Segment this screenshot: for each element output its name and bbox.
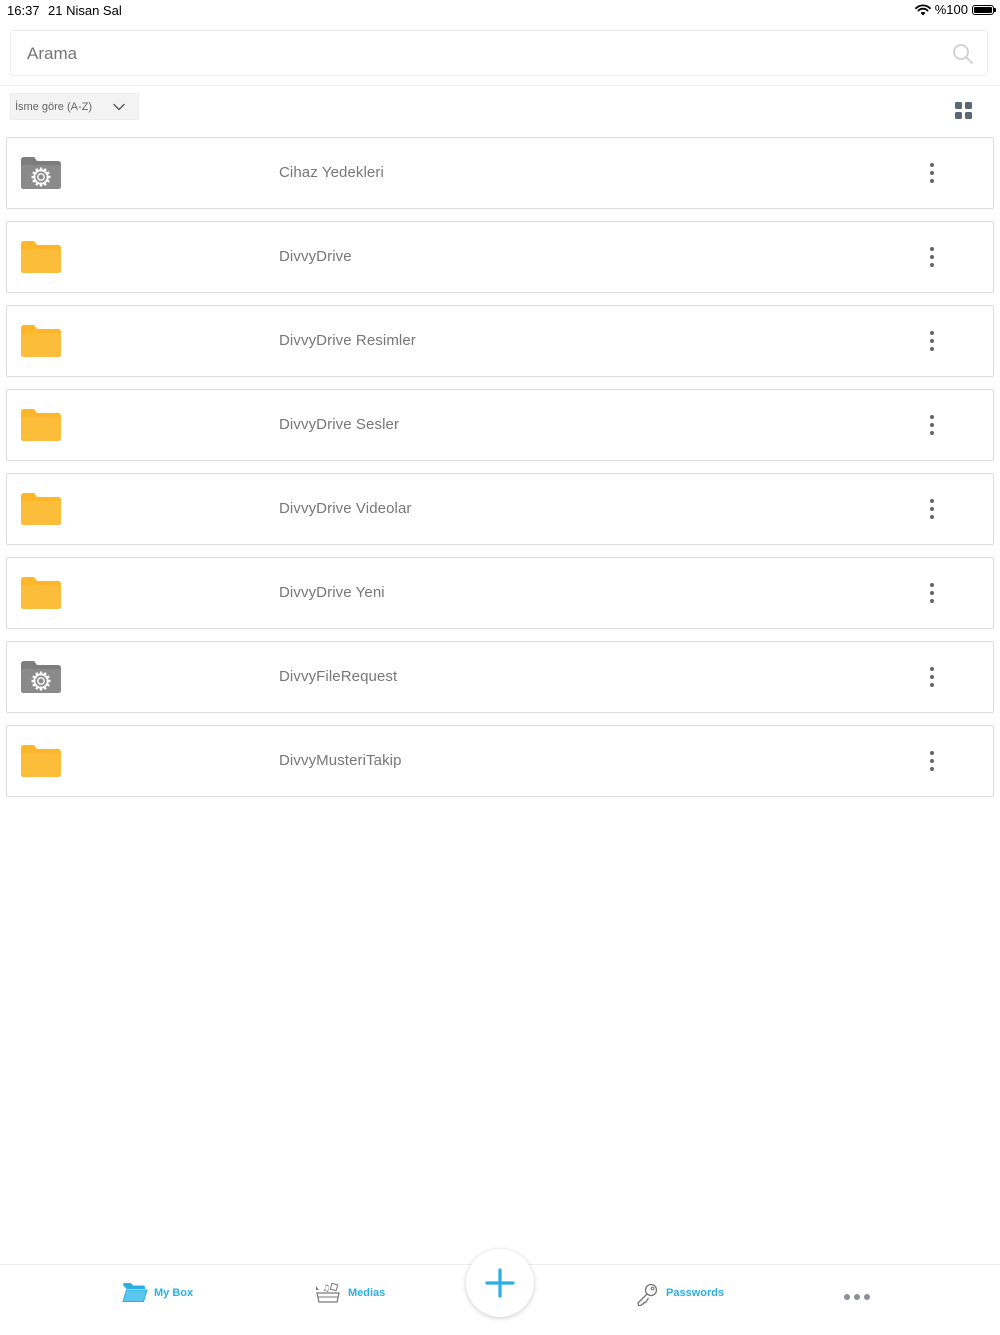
battery-icon: [972, 4, 996, 15]
folder-icon: [21, 577, 61, 609]
system-folder-icon: [21, 661, 61, 693]
folder-list: Cihaz Yedekleri DivvyDrive DivvyDrive Resi…: [6, 137, 994, 809]
search-icon[interactable]: [951, 42, 975, 66]
folder-name: DivvyDrive Sesler: [279, 416, 400, 433]
status-bar: 16:37 21 Nisan Sal %100: [0, 0, 1000, 20]
folder-row[interactable]: DivvyFileRequest: [6, 641, 994, 713]
more-vertical-icon[interactable]: [922, 580, 942, 606]
more-horizontal-icon: [844, 1294, 870, 1300]
media-basket-icon: ♫: [316, 1282, 340, 1303]
folder-name: DivvyDrive Resimler: [279, 332, 416, 349]
tab-passwords[interactable]: Passwords: [636, 1281, 724, 1307]
plus-icon: [485, 1268, 515, 1298]
folder-name: DivvyMusteriTakip: [279, 752, 402, 769]
status-indicators: %100: [914, 2, 996, 17]
folder-name: DivvyDrive Videolar: [279, 500, 412, 517]
more-vertical-icon[interactable]: [922, 160, 942, 186]
chevron-down-icon: [113, 103, 125, 110]
sort-dropdown[interactable]: İsme göre (A-Z): [10, 93, 139, 120]
search-bar: [10, 30, 988, 77]
folder-row[interactable]: DivvyDrive Yeni: [6, 557, 994, 629]
system-folder-icon: [21, 157, 61, 189]
grid-view-icon[interactable]: [955, 102, 972, 119]
more-vertical-icon[interactable]: [922, 496, 942, 522]
folder-icon: [21, 325, 61, 357]
tab-medias-label: Medias: [348, 1287, 386, 1299]
folder-name: Cihaz Yedekleri: [279, 164, 384, 181]
tab-my-box-label: My Box: [154, 1287, 194, 1299]
folder-row[interactable]: DivvyDrive Sesler: [6, 389, 994, 461]
more-vertical-icon[interactable]: [922, 328, 942, 354]
status-time: 16:37: [7, 3, 40, 18]
folder-icon: [21, 409, 61, 441]
folder-row[interactable]: Cihaz Yedekleri: [6, 137, 994, 209]
folder-icon: [21, 745, 61, 777]
more-vertical-icon[interactable]: [922, 664, 942, 690]
folder-icon: [21, 493, 61, 525]
status-date: 21 Nisan Sal: [48, 3, 122, 18]
tab-passwords-label: Passwords: [666, 1287, 725, 1299]
header-divider: [0, 85, 1000, 86]
folder-row[interactable]: DivvyDrive: [6, 221, 994, 293]
sort-label: İsme göre (A-Z): [15, 100, 93, 113]
tab-my-box[interactable]: My Box: [122, 1281, 193, 1303]
folder-name: DivvyDrive Yeni: [279, 584, 385, 601]
battery-percent: %100: [934, 2, 968, 17]
more-vertical-icon[interactable]: [922, 244, 942, 270]
folder-icon: [21, 241, 61, 273]
folder-name: DivvyDrive: [279, 248, 352, 265]
tab-medias[interactable]: ♫ Medias: [314, 1281, 385, 1305]
tab-more[interactable]: [843, 1293, 871, 1301]
more-vertical-icon[interactable]: [922, 412, 942, 438]
more-vertical-icon[interactable]: [922, 748, 942, 774]
folder-name: DivvyFileRequest: [279, 668, 398, 685]
folder-row[interactable]: DivvyDrive Videolar: [6, 473, 994, 545]
search-input[interactable]: [25, 31, 929, 77]
key-icon: [637, 1283, 658, 1307]
folder-row[interactable]: DivvyDrive Resimler: [6, 305, 994, 377]
open-folder-icon: [122, 1283, 148, 1302]
folder-row[interactable]: DivvyMusteriTakip: [6, 725, 994, 797]
wifi-icon: [914, 3, 931, 15]
add-button[interactable]: [466, 1249, 534, 1317]
